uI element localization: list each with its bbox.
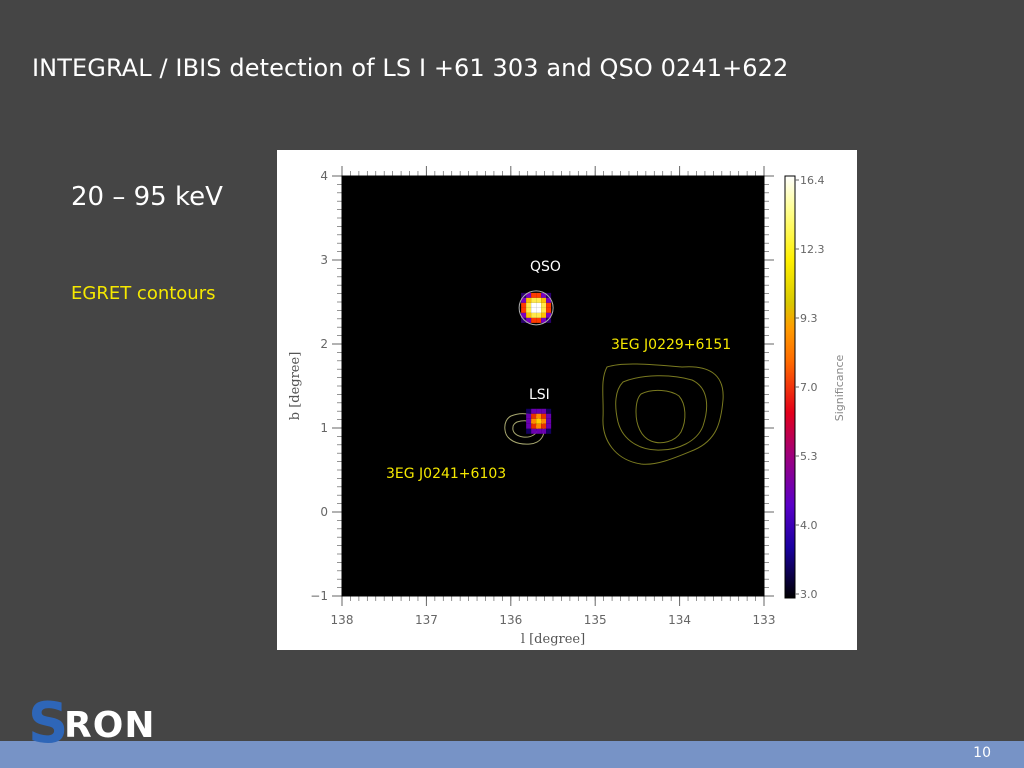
source-pixel — [526, 428, 532, 434]
source-pixel — [536, 297, 542, 303]
colorbar-tick-label: 7.0 — [800, 381, 818, 394]
x-tick-label: 136 — [499, 613, 522, 627]
significance-map-svg: 138 137 136 135 134 133 −1 0 1 2 3 4 QSO LSI 3EG J0… — [288, 166, 846, 647]
colorbar-tick-label: 3.0 — [800, 588, 818, 601]
colorbar-ticks: 16.4 12.3 9.3 7.0 5.3 4.0 3.0 — [795, 174, 825, 601]
egret-source-label-j0229: 3EG J0229+6151 — [611, 337, 731, 353]
x-tick-label: 135 — [584, 613, 607, 627]
source-pixel — [531, 418, 537, 424]
source-pixel — [526, 418, 532, 424]
source-pixel — [536, 418, 542, 424]
source-pixel — [531, 302, 537, 308]
colorbar-tick-label: 5.3 — [800, 450, 818, 463]
source-pixel — [531, 428, 537, 434]
y-tick-label: 0 — [320, 505, 328, 519]
source-pixel — [546, 302, 552, 308]
colorbar-tick-label: 16.4 — [800, 174, 825, 187]
source-pixel — [521, 302, 527, 308]
source-pixel — [531, 423, 537, 429]
source-pixel — [526, 423, 532, 429]
lsi-label: LSI — [529, 387, 550, 403]
source-pixel — [541, 408, 547, 414]
source-pixel — [526, 408, 532, 414]
x-tick-label: 134 — [668, 613, 691, 627]
source-pixel — [541, 413, 547, 419]
egret-source-label-j0241: 3EG J0241+6103 — [386, 466, 506, 482]
source-pixel — [546, 307, 552, 313]
egret-contours-label: EGRET contours — [71, 283, 216, 304]
source-pixel — [546, 408, 552, 414]
source-pixel — [546, 413, 552, 419]
y-tick-label: −1 — [310, 589, 328, 603]
source-pixel — [546, 292, 552, 298]
energy-range-label: 20 – 95 keV — [71, 182, 223, 212]
source-pixel — [526, 302, 532, 308]
logo-letter-s: S — [28, 691, 69, 756]
source-qso — [518, 290, 554, 326]
source-pixel — [521, 292, 527, 298]
source-pixel — [536, 307, 542, 313]
colorbar-label: Significance — [833, 354, 846, 421]
y-tick-label: 1 — [320, 421, 328, 435]
x-axis-label: l [degree] — [521, 632, 585, 647]
y-tick-label: 3 — [320, 253, 328, 267]
source-pixel — [531, 317, 537, 323]
source-pixel — [521, 317, 527, 323]
source-pixel — [536, 312, 542, 318]
source-pixel — [536, 408, 542, 414]
source-pixel — [541, 418, 547, 424]
source-pixel — [526, 413, 532, 419]
colorbar-tick-label: 9.3 — [800, 312, 818, 325]
source-pixel — [541, 302, 547, 308]
source-pixel — [536, 292, 542, 298]
qso-label: QSO — [530, 259, 561, 275]
source-pixel — [531, 292, 537, 298]
source-pixel — [521, 307, 527, 313]
logo-text: RON — [64, 705, 156, 746]
source-pixel — [536, 428, 542, 434]
source-lsi — [526, 408, 552, 434]
source-pixel — [531, 297, 537, 303]
source-pixel — [541, 297, 547, 303]
source-pixel — [531, 413, 537, 419]
page-number: 10 — [973, 745, 991, 761]
significance-map-figure: 138 137 136 135 134 133 −1 0 1 2 3 4 QSO LSI 3EG J0… — [277, 150, 857, 650]
x-tick-label: 133 — [753, 613, 776, 627]
source-pixel — [526, 297, 532, 303]
sron-logo: S RON — [28, 696, 168, 756]
source-pixel — [546, 418, 552, 424]
colorbar-tick-label: 4.0 — [800, 519, 818, 532]
source-pixel — [536, 413, 542, 419]
source-pixel — [541, 312, 547, 318]
source-pixel — [541, 307, 547, 313]
source-pixel — [536, 423, 542, 429]
slide-title: INTEGRAL / IBIS detection of LS I +61 30… — [32, 54, 789, 82]
source-pixel — [546, 317, 552, 323]
source-pixel — [541, 428, 547, 434]
source-pixel — [531, 312, 537, 318]
source-pixel — [536, 302, 542, 308]
source-pixel — [546, 428, 552, 434]
y-axis-label: b [degree] — [288, 352, 303, 421]
source-pixel — [531, 408, 537, 414]
y-tick-label: 4 — [320, 169, 328, 183]
source-pixel — [526, 307, 532, 313]
colorbar-tick-label: 12.3 — [800, 243, 825, 256]
x-tick-label: 138 — [331, 613, 354, 627]
y-tick-label: 2 — [320, 337, 328, 351]
colorbar — [784, 175, 796, 599]
source-pixel — [531, 307, 537, 313]
source-pixel — [526, 312, 532, 318]
x-tick-label: 137 — [415, 613, 438, 627]
source-pixel — [546, 423, 552, 429]
source-pixel — [536, 317, 542, 323]
source-pixel — [541, 423, 547, 429]
